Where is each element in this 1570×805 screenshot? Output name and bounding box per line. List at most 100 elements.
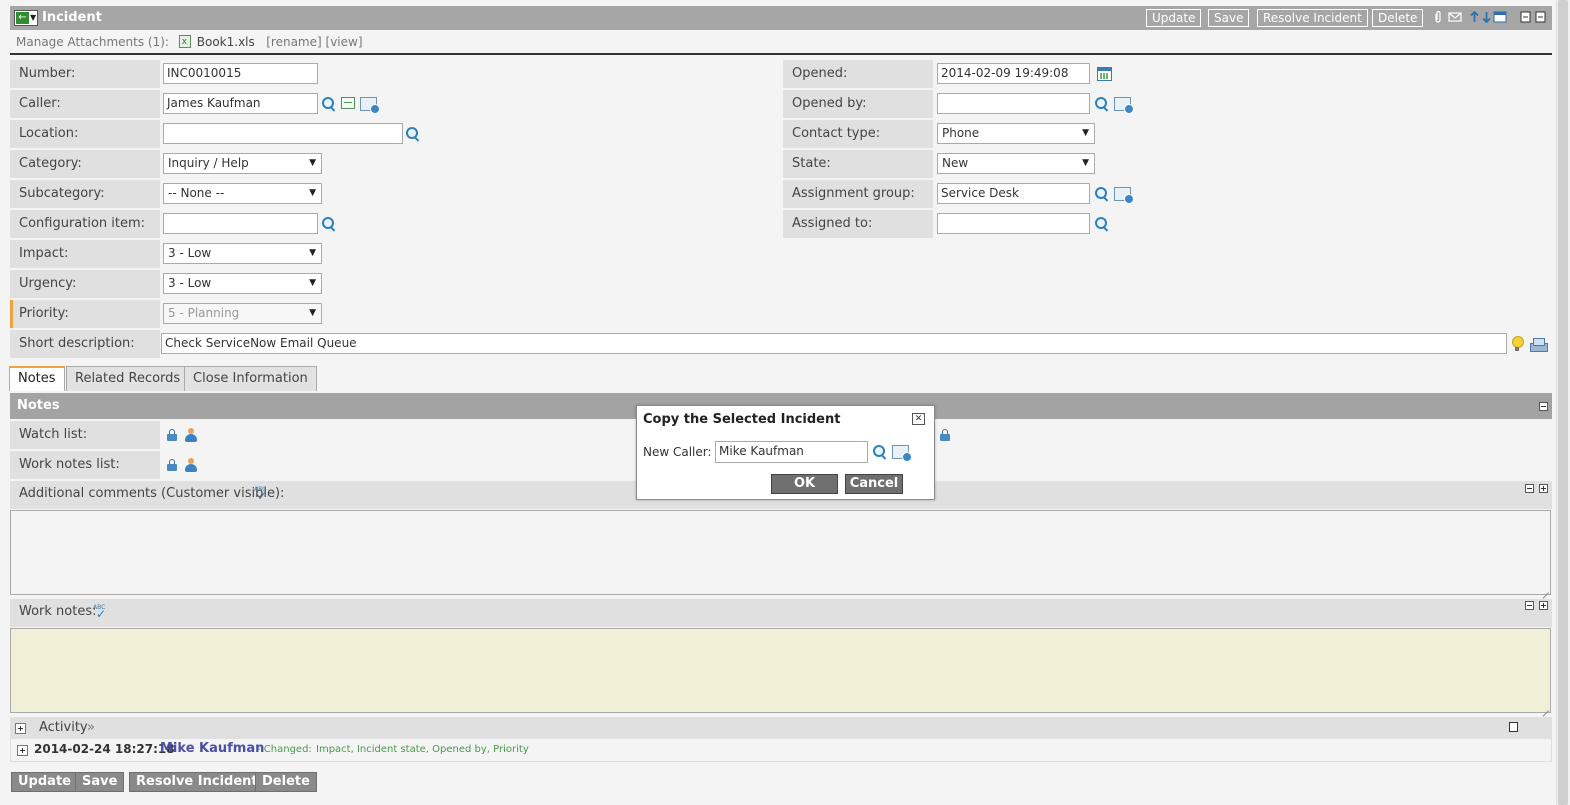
opened-by-search-icon[interactable] (1094, 96, 1110, 112)
ok-button[interactable]: OK (771, 474, 838, 494)
work-notes-list-add-me-icon[interactable] (184, 458, 198, 472)
additional-comments-textarea[interactable] (10, 510, 1551, 595)
assigned-to-search-icon[interactable] (1094, 216, 1110, 232)
opened-by-reference-icon[interactable] (1114, 97, 1134, 114)
urgency-select[interactable]: 3 - Low ▼ (163, 273, 322, 294)
watch-list-lock-icon[interactable] (167, 429, 177, 441)
impact-label: Impact: (10, 240, 160, 268)
configuration-item-search-icon[interactable] (321, 216, 337, 232)
short-description-field[interactable]: Check ServiceNow Email Queue (161, 333, 1507, 354)
tab-related-records[interactable]: Related Records (66, 366, 190, 391)
work-notes-label: Work notes: (19, 604, 97, 619)
tab-notes[interactable]: Notes (9, 366, 65, 391)
collapse-notes-icon[interactable] (1539, 402, 1548, 411)
close-icon[interactable]: ✕ (912, 413, 925, 425)
expand-work-notes-icon[interactable] (1539, 601, 1548, 610)
impact-select[interactable]: 3 - Low ▼ (163, 243, 322, 264)
state-select[interactable]: New ▼ (937, 153, 1095, 174)
urgency-label: Urgency: (10, 270, 160, 298)
new-caller-reference-icon[interactable] (892, 445, 912, 462)
resolve-incident-button[interactable]: Resolve Incident (1257, 9, 1368, 27)
back-button[interactable]: ← ▼ (14, 10, 38, 26)
bottom-update-button[interactable]: Update (11, 772, 78, 792)
calendar-icon[interactable] (1097, 67, 1112, 81)
view-attachment-link[interactable]: [view] (326, 35, 363, 49)
dropdown-arrow-icon: ▼ (309, 308, 316, 318)
bottom-save-button[interactable]: Save (75, 772, 125, 792)
caller-lookup-search-icon[interactable] (321, 96, 337, 112)
context-menu-caret-icon[interactable]: ▼ (30, 11, 36, 25)
activity-user-link[interactable]: Mike Kaufman (160, 741, 264, 756)
expand-entry-icon[interactable] (17, 745, 28, 756)
configuration-item-field[interactable] (163, 213, 318, 234)
spell-check-icon[interactable]: ABC (93, 605, 111, 621)
subcategory-value: -- None -- (168, 186, 225, 200)
work-notes-list-lock-icon[interactable] (167, 459, 177, 471)
update-button[interactable]: Update (1146, 9, 1202, 27)
opened-field[interactable]: 2014-02-09 19:49:08 (937, 63, 1090, 84)
email-icon[interactable] (1448, 11, 1462, 23)
save-button[interactable]: Save (1208, 9, 1250, 27)
assignment-group-reference-icon[interactable] (1114, 187, 1134, 204)
page-title: Incident (42, 10, 102, 25)
shrink-comments-icon[interactable] (1525, 484, 1534, 493)
paperclip-icon[interactable] (1432, 11, 1443, 23)
delete-button[interactable]: Delete (1372, 9, 1424, 27)
contact-type-value: Phone (942, 126, 980, 140)
suggestion-lightbulb-icon[interactable] (1511, 336, 1524, 352)
subcategory-select[interactable]: -- None -- ▼ (163, 183, 322, 204)
caller-preview-card-icon[interactable] (341, 97, 355, 109)
watch-list-add-me-icon[interactable] (184, 428, 198, 442)
attachment-file-link[interactable]: Book1.xls (197, 35, 255, 49)
contact-type-select[interactable]: Phone ▼ (937, 123, 1095, 144)
opened-label: Opened: (783, 60, 933, 88)
new-caller-search-icon[interactable] (872, 444, 888, 460)
spell-check-icon[interactable]: ABC (254, 486, 272, 503)
state-value: New (942, 156, 969, 170)
arrow-down-icon[interactable] (1481, 11, 1492, 23)
resize-handle-icon[interactable] (1541, 585, 1549, 593)
opened-by-field[interactable] (937, 93, 1090, 114)
bottom-resolve-incident-button[interactable]: Resolve Incident (129, 772, 265, 792)
bottom-delete-button[interactable]: Delete (255, 772, 317, 792)
resize-handle-icon[interactable] (1541, 703, 1549, 711)
urgency-value: 3 - Low (168, 276, 212, 290)
cancel-button[interactable]: Cancel (845, 474, 903, 494)
header-divider (10, 53, 1552, 55)
tab-close-information[interactable]: Close Information (184, 366, 317, 391)
expand-comments-icon[interactable] (1539, 484, 1548, 493)
manage-attachments-link[interactable]: Manage Attachments (1): (16, 35, 169, 49)
knowledge-search-icon[interactable] (1530, 337, 1548, 352)
caller-reference-icon[interactable] (360, 97, 380, 114)
arrow-up-icon[interactable] (1469, 11, 1480, 23)
expand-activity-icon[interactable] (15, 723, 26, 734)
activity-window-icon[interactable] (1509, 722, 1518, 732)
form-header: ← ▼ Incident Update Save Resolve Inciden… (10, 6, 1552, 30)
right-lock-icon[interactable] (940, 429, 950, 441)
dropdown-arrow-icon: ▼ (309, 158, 316, 168)
location-lookup-search-icon[interactable] (405, 126, 421, 142)
contact-type-label: Contact type: (783, 120, 933, 148)
spell-check-text: ABC (254, 486, 267, 493)
activity-filter-chevrons-icon[interactable]: » (87, 720, 95, 735)
dropdown-arrow-icon: ▼ (309, 278, 316, 288)
caller-field[interactable]: James Kaufman (163, 93, 318, 114)
rename-attachment-link[interactable]: [rename] (266, 35, 321, 49)
assigned-to-field[interactable] (937, 213, 1090, 234)
number-field[interactable]: INC0010015 (163, 63, 318, 84)
work-notes-textarea[interactable] (10, 628, 1551, 713)
minimize-icon[interactable] (1535, 11, 1546, 23)
assignment-group-search-icon[interactable] (1094, 186, 1110, 202)
excel-file-icon (178, 34, 191, 50)
dialog-title: Copy the Selected Incident (643, 412, 841, 427)
scrollbar-thumb[interactable] (1558, 0, 1568, 805)
collapse-sections-icon[interactable] (1520, 11, 1531, 23)
location-field[interactable] (163, 123, 403, 144)
list-view-icon[interactable] (1493, 11, 1507, 23)
priority-value: 5 - Planning (168, 306, 240, 320)
work-notes-list-label: Work notes list: (10, 451, 160, 479)
assignment-group-field[interactable]: Service Desk (937, 183, 1090, 204)
shrink-work-notes-icon[interactable] (1525, 601, 1534, 610)
new-caller-field[interactable]: Mike Kaufman (715, 441, 868, 463)
category-select[interactable]: Inquiry / Help ▼ (163, 153, 322, 174)
